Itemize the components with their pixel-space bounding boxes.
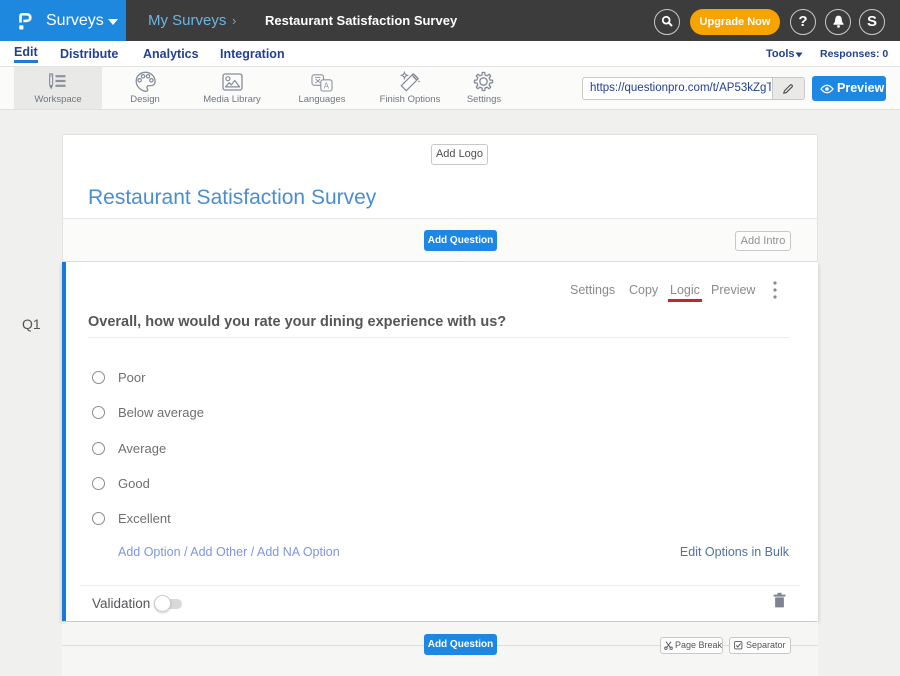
svg-text:A: A: [324, 82, 330, 91]
